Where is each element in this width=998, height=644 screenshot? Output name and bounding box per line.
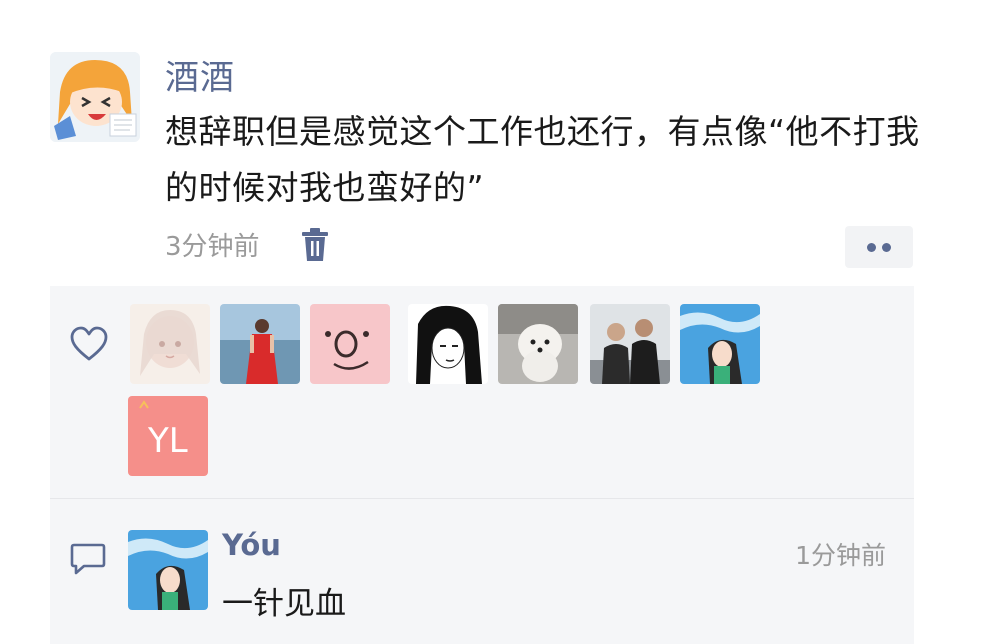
- liker-avatar[interactable]: [680, 304, 760, 384]
- liker-avatar[interactable]: [498, 304, 578, 384]
- svg-text:YL: YL: [147, 421, 188, 461]
- liker-avatar[interactable]: [310, 304, 390, 384]
- post-text: 想辞职但是感觉这个工作也还行，有点像“他不打我的时候对我也蛮好的”: [165, 112, 920, 207]
- liker-avatar[interactable]: [408, 304, 488, 384]
- post-time: 3分钟前: [165, 232, 260, 262]
- comment-avatar[interactable]: [128, 530, 208, 610]
- author-avatar[interactable]: [50, 52, 140, 142]
- author-name[interactable]: 酒酒: [165, 50, 235, 99]
- comment-icon: [70, 542, 106, 576]
- more-options-button[interactable]: [845, 226, 913, 268]
- trash-icon[interactable]: [300, 228, 330, 262]
- liker-avatar[interactable]: [590, 304, 670, 384]
- comment-text[interactable]: 一针见血: [222, 578, 346, 623]
- divider: [50, 498, 914, 499]
- liker-avatar[interactable]: YL: [128, 396, 208, 476]
- liker-avatar[interactable]: [220, 304, 300, 384]
- more-dot: [882, 242, 891, 252]
- more-dot: [867, 242, 876, 252]
- liker-avatar[interactable]: [130, 304, 210, 384]
- interaction-panel: YL Yóu 1分钟前 一针见血: [50, 286, 914, 644]
- comment-author[interactable]: Yóu: [222, 528, 281, 562]
- heart-icon: [70, 326, 108, 362]
- likes-section: YL: [50, 286, 914, 498]
- moments-post: 酒酒 想辞职但是感觉这个工作也还行，有点像“他不打我的时候对我也蛮好的” 3分钟…: [0, 0, 998, 644]
- comment-time: 1分钟前: [795, 541, 886, 570]
